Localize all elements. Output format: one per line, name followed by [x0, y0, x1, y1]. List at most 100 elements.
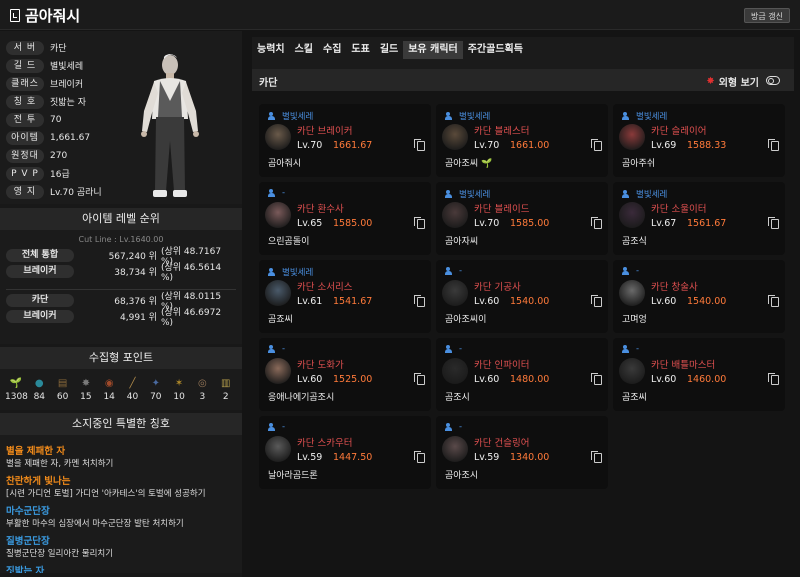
ranking-rank: 567,240 위	[108, 251, 157, 262]
island-heart-icon: ●	[34, 378, 44, 389]
world-tree-leaf-icon: ✶	[174, 378, 184, 389]
character-portrait	[619, 358, 645, 384]
character-card[interactable]: - 카단 인파이터 Lv.60 1480.00 곰조시	[436, 338, 608, 411]
toggle-switch-icon[interactable]	[766, 76, 780, 85]
guild-row: 별빛세레	[622, 188, 667, 200]
guild-row: -	[268, 188, 285, 198]
character-card[interactable]: 별빛세레 카단 블레이드 Lv.70 1585.00 곰아자씨	[436, 182, 608, 255]
look-toggle-label[interactable]: ✸ 외형 보기	[706, 74, 759, 89]
copy-icon[interactable]	[591, 295, 602, 307]
character-portrait	[619, 124, 645, 150]
card-name-row: 곰조시	[445, 390, 470, 403]
card-level: Lv.60	[651, 296, 677, 307]
tab-item[interactable]: 주간골드획득	[463, 41, 528, 59]
collection-item[interactable]: ✸ 15	[75, 377, 97, 402]
card-server: 카단	[297, 438, 315, 449]
profile-label: 전 투	[6, 112, 44, 127]
character-card[interactable]: - 카단 스카우터 Lv.59 1447.50 날아라곰드론	[259, 416, 431, 489]
character-card[interactable]: 별빛세레 카단 소울이터 Lv.67 1561.67 곰조식	[613, 182, 785, 255]
collection-item[interactable]: ✦ 70	[145, 377, 167, 402]
copy-icon[interactable]	[414, 139, 425, 151]
tab-item[interactable]: 스킬	[290, 41, 318, 59]
copy-icon[interactable]	[591, 217, 602, 229]
card-level: Lv.70	[297, 140, 323, 151]
ranking-row: 브레이커 4,991 위 (상위 46.6972 %)	[6, 308, 236, 328]
character-card[interactable]: 별빛세레 카단 슬레이어 Lv.69 1588.33 곰아주쉬	[613, 104, 785, 177]
character-card[interactable]: - 카단 환수사 Lv.65 1585.00 으린곰돌이	[259, 182, 431, 255]
copy-icon[interactable]	[414, 217, 425, 229]
masterpiece-icon: ▤	[57, 378, 68, 389]
mokoko-seed-icon: 🌱	[9, 378, 23, 389]
guild-icon	[268, 112, 278, 120]
collection-item[interactable]: 🌱 1308	[5, 377, 28, 402]
tab-item[interactable]: 수집	[318, 41, 346, 59]
ranking-rank: 68,376 위	[114, 296, 157, 307]
card-name-row: 응애나에기곰조시	[268, 390, 334, 403]
card-name-row: 곰아조시	[445, 468, 478, 481]
card-server: 카단	[651, 126, 669, 137]
tab-item[interactable]: 도표	[346, 41, 374, 59]
copy-icon[interactable]	[768, 295, 779, 307]
character-card[interactable]: 별빛세레 카단 브레이커 Lv.70 1661.67 곰아줘시	[259, 104, 431, 177]
profile-row: 길 드 별빛세레	[6, 58, 83, 73]
copy-icon[interactable]	[414, 451, 425, 463]
top-bar: 곰아줘시 방금 갱신	[0, 0, 800, 30]
profile-value: 1,661.67	[50, 132, 91, 143]
owned-characters-panel: 카단 ✸ 외형 보기 별빛세레 카단 브레이커 Lv.70 1661.67 곰아줘시 별빛…	[252, 69, 794, 577]
profile-label: 영 지	[6, 184, 44, 199]
title-name: 질병군단장	[6, 536, 50, 547]
card-name-row: 곰조식	[622, 234, 647, 247]
copy-icon[interactable]	[414, 373, 425, 385]
copy-icon[interactable]	[591, 139, 602, 151]
page-title: 곰아줘시	[10, 5, 80, 26]
character-card[interactable]: - 카단 배틀마스터 Lv.60 1460.00 곰조씨	[613, 338, 785, 411]
collection-item[interactable]: ▤ 60	[52, 377, 74, 402]
collection-item[interactable]: ╱ 40	[122, 377, 144, 402]
character-card[interactable]: 별빛세레 카단 블레스터 Lv.70 1661.00 곰아조씨 🌱	[436, 104, 608, 177]
character-card[interactable]: - 카단 도화가 Lv.60 1525.00 응애나에기곰조시	[259, 338, 431, 411]
guild-name: -	[282, 344, 286, 354]
guild-name: 별빛세레	[636, 190, 668, 200]
character-card[interactable]: - 카단 건슬링어 Lv.59 1340.00 곰아조시	[436, 416, 608, 489]
tab-item[interactable]: 보유 캐릭터	[403, 41, 463, 59]
collection-item[interactable]: ◎ 3	[191, 377, 213, 402]
collection-item[interactable]: ● 84	[28, 377, 50, 402]
tab-item[interactable]: 길드	[375, 41, 403, 59]
copy-icon[interactable]	[768, 217, 779, 229]
collection-value: 1308	[5, 392, 28, 402]
guild-name: -	[636, 266, 640, 276]
server-name: 카단	[259, 78, 278, 89]
card-level: Lv.60	[474, 296, 500, 307]
collection-item[interactable]: ✶ 10	[168, 377, 190, 402]
collection-item[interactable]: ◉ 14	[98, 377, 120, 402]
guild-name: -	[282, 422, 286, 432]
guild-icon	[268, 189, 278, 197]
copy-icon[interactable]	[768, 139, 779, 151]
card-name: 으린곰돌이	[268, 237, 310, 247]
card-name: 곰아조씨	[445, 159, 479, 169]
copy-icon[interactable]	[768, 373, 779, 385]
copy-icon[interactable]	[591, 373, 602, 385]
collection-value: 10	[173, 392, 185, 402]
bookmark-icon[interactable]	[10, 9, 20, 22]
copy-icon[interactable]	[414, 295, 425, 307]
collection-value: 60	[56, 392, 69, 402]
copy-icon[interactable]	[591, 451, 602, 463]
guild-icon	[622, 345, 632, 353]
mokoko-seed-icon: 🌱	[478, 159, 493, 169]
card-server: 카단	[651, 204, 669, 215]
character-card[interactable]: 별빛세레 카단 소서리스 Lv.61 1541.67 곰죠씨	[259, 260, 431, 333]
card-server: 카단	[474, 126, 492, 137]
collection-item[interactable]: ▥ 2	[215, 377, 237, 402]
character-card[interactable]: - 카단 창술사 Lv.60 1540.00 고며엉	[613, 260, 785, 333]
card-name: 곰죠씨	[268, 315, 293, 325]
tab-item[interactable]: 능력치	[252, 41, 290, 59]
card-name: 날아라곰드론	[268, 471, 318, 481]
profile-value: 카단	[50, 44, 67, 54]
character-card[interactable]: - 카단 기공사 Lv.60 1540.00 곰아조씨이	[436, 260, 608, 333]
card-server: 카단	[297, 360, 315, 371]
character-portrait	[265, 358, 291, 384]
refresh-button[interactable]: 방금 갱신	[744, 8, 790, 23]
profile-value: 브레이커	[50, 80, 84, 90]
guild-icon	[622, 190, 632, 198]
